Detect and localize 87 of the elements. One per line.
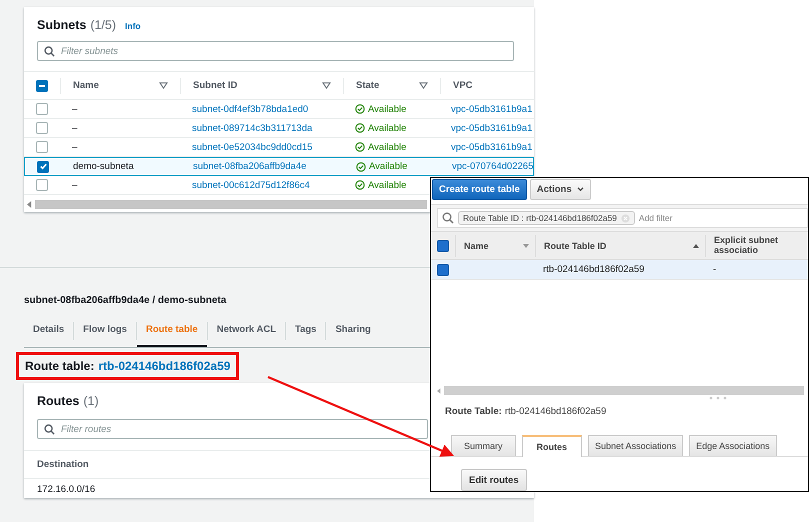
scrollbar[interactable]: [35, 200, 427, 209]
subnet-count: (1/5): [90, 18, 116, 32]
route-table-link[interactable]: rtb-024146bd186f02a59: [98, 359, 230, 373]
resize-handle-icon[interactable]: [708, 396, 728, 400]
scroll-left-icon[interactable]: [27, 201, 32, 208]
vpc-link[interactable]: vpc-05db3161b9a1: [451, 104, 532, 114]
subnet-link[interactable]: subnet-089714c3b311713da: [192, 122, 312, 134]
filter-tag[interactable]: Route Table ID : rtb-024146bd186f02a59: [458, 211, 635, 225]
search-field[interactable]: Filter routes: [37, 419, 428, 439]
search-field[interactable]: Filter subnets: [37, 41, 514, 61]
table-cell: demo-subneta: [73, 161, 134, 172]
vpc-link[interactable]: vpc-05db3161b9a1: [451, 142, 532, 152]
tab[interactable]: Flow logs: [74, 315, 136, 347]
route-table-label: Route table:: [25, 359, 94, 373]
tab[interactable]: Details: [24, 315, 74, 347]
edit-routes-button[interactable]: Edit routes: [461, 469, 527, 491]
row-checkbox[interactable]: [36, 179, 48, 191]
tab[interactable]: Tags: [286, 315, 326, 347]
search-icon: [44, 424, 55, 435]
status-text: Available: [368, 180, 406, 190]
check-circle-icon: [355, 104, 365, 114]
search-icon: [44, 46, 55, 57]
subnet-link[interactable]: subnet-08fba206affb9da4e: [193, 161, 306, 172]
column-header: Destination: [37, 459, 89, 470]
vpc-link[interactable]: vpc-070764d02265: [452, 161, 534, 172]
row-checkbox[interactable]: [36, 141, 48, 153]
tab[interactable]: Edge Associations: [689, 435, 777, 456]
select-all-checkbox[interactable]: [437, 240, 449, 252]
check-circle-icon: [356, 162, 366, 172]
caret-icon: [576, 187, 584, 192]
column-header[interactable]: VPC: [453, 80, 473, 91]
column-header[interactable]: Name: [73, 80, 99, 91]
tab[interactable]: Summary: [451, 435, 516, 456]
route-count: (1): [83, 394, 99, 408]
select-all-checkbox[interactable]: [36, 80, 48, 92]
panel-title: Subnets: [37, 18, 86, 32]
toolbar-button[interactable]: Create route table: [432, 179, 527, 200]
route-table-label: Route Table:: [445, 406, 502, 419]
table-row[interactable]: rtb-024146bd186f02a59 -: [431, 260, 808, 280]
subnet-link[interactable]: subnet-0e52034bc9dd0cd15: [192, 142, 312, 152]
table-cell: rtb-024146bd186f02a59: [543, 264, 644, 275]
table-row[interactable]: demo-subneta subnet-08fba206affb9da4e Available vpc-070764d02265: [24, 157, 534, 176]
panel-title: Routes: [37, 394, 80, 408]
tab[interactable]: Network ACL: [208, 315, 285, 347]
column-header[interactable]: Route Table ID: [544, 240, 606, 250]
table-cell: 172.16.0.0/16: [37, 484, 96, 494]
sort-icon[interactable]: [419, 82, 428, 89]
row-checkbox[interactable]: [37, 160, 49, 172]
subnet-link[interactable]: subnet-0df4ef3b78bda1ed0: [192, 104, 308, 114]
tab[interactable]: Routes: [522, 435, 582, 457]
check-circle-icon: [355, 180, 365, 190]
table-cell: -: [713, 264, 716, 275]
check-circle-icon: [355, 142, 365, 152]
row-checkbox[interactable]: [437, 264, 449, 276]
status-text: Available: [368, 122, 406, 134]
clear-icon[interactable]: [620, 214, 630, 222]
search-icon: [442, 212, 454, 224]
row-checkbox[interactable]: [36, 122, 48, 134]
status-text: Available: [369, 161, 408, 172]
sort-icon[interactable]: [322, 82, 331, 89]
table-cell: –: [72, 142, 78, 152]
column-header[interactable]: State: [356, 80, 380, 91]
column-header[interactable]: Name: [464, 240, 489, 250]
scrollbar[interactable]: [444, 386, 804, 395]
column-header[interactable]: Subnet ID: [193, 80, 238, 91]
scroll-left-icon[interactable]: [437, 388, 441, 394]
sort-icon[interactable]: [159, 82, 168, 89]
breadcrumb: subnet-08fba206affb9da4e / demo-subneta: [24, 295, 226, 306]
status-text: Available: [368, 104, 406, 114]
table-cell: –: [72, 122, 78, 134]
tab[interactable]: Sharing: [326, 315, 380, 347]
column-header[interactable]: Explicit subnet associatio: [714, 236, 802, 256]
table-cell: –: [72, 104, 78, 114]
table-cell: –: [72, 180, 78, 190]
row-checkbox[interactable]: [36, 103, 48, 115]
tab[interactable]: Subnet Associations: [588, 435, 684, 456]
table-row[interactable]: – subnet-0df4ef3b78bda1ed0 Available vpc-05db3161b9a1: [24, 100, 534, 119]
route-table-id: rtb-024146bd186f02a59: [504, 406, 606, 419]
table-row[interactable]: – subnet-089714c3b311713da Available vpc-05db3161b9a1: [24, 119, 534, 138]
vpc-link[interactable]: vpc-05db3161b9a1: [451, 122, 532, 134]
status-text: Available: [368, 142, 406, 152]
sort-up-icon[interactable]: [693, 244, 699, 248]
info-link[interactable]: Info: [125, 21, 141, 31]
subnet-link[interactable]: subnet-00c612d75d12f86c4: [192, 180, 310, 190]
sort-down-icon[interactable]: [523, 244, 529, 248]
check-circle-icon: [355, 123, 365, 133]
toolbar-button[interactable]: Actions: [530, 179, 591, 200]
